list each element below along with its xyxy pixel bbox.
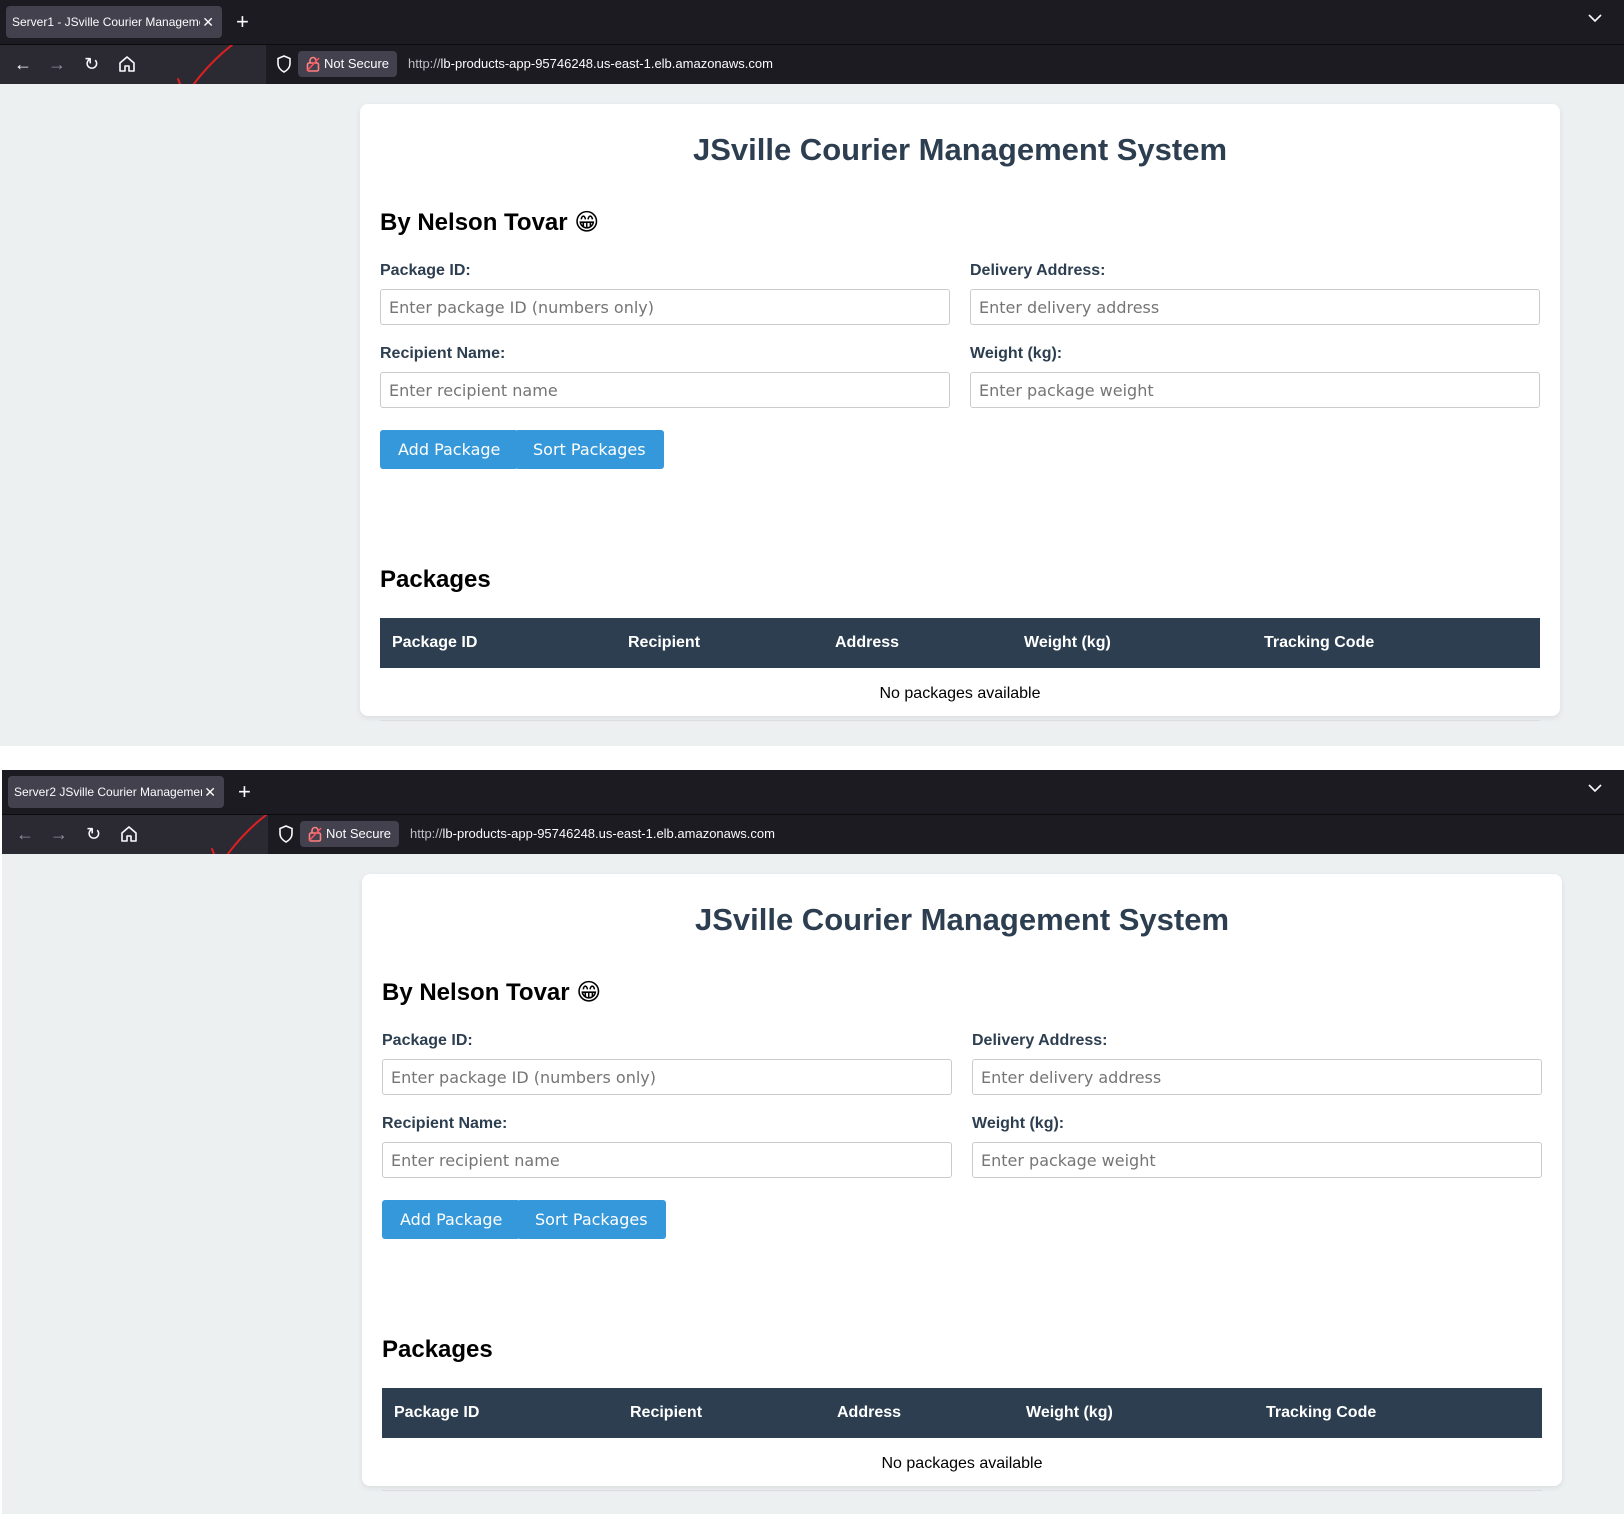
column-header-address: Address xyxy=(823,618,1012,668)
sort-packages-button[interactable]: Sort Packages xyxy=(517,1200,666,1239)
weight-label: Weight (kg): xyxy=(972,1115,1065,1132)
new-tab-icon[interactable]: + xyxy=(238,778,251,806)
shield-icon[interactable] xyxy=(278,825,294,843)
empty-table-message: No packages available xyxy=(382,1438,1542,1491)
column-header-package-id: Package ID xyxy=(380,618,616,668)
column-header-package-id: Package ID xyxy=(382,1388,618,1438)
column-header-weight: Weight (kg) xyxy=(1012,618,1252,668)
delivery-address-input[interactable] xyxy=(972,1059,1542,1095)
security-indicator[interactable]: Not Secure xyxy=(298,51,398,77)
delivery-address-label: Delivery Address: xyxy=(972,1032,1108,1049)
forward-icon[interactable]: → xyxy=(48,53,66,75)
back-icon[interactable]: ← xyxy=(14,53,32,75)
packages-heading: Packages xyxy=(380,566,491,593)
address-bar[interactable]: Not Secure http://lb-products-app-957462… xyxy=(268,815,1624,855)
lock-icon xyxy=(306,56,320,72)
tab-list-chevron-icon[interactable] xyxy=(1588,780,1602,798)
new-tab-icon[interactable]: + xyxy=(236,8,249,36)
packages-table: Package ID Recipient Address Weight (kg)… xyxy=(380,618,1540,721)
url-text[interactable]: http://lb-products-app-95746248.us-east-… xyxy=(410,826,775,841)
package-id-input[interactable] xyxy=(380,289,950,325)
security-label: Not Secure xyxy=(324,56,390,71)
app-title: JSville Courier Management System xyxy=(694,902,1230,937)
delivery-address-label: Delivery Address: xyxy=(970,262,1106,279)
browser-window-server1: Server1 - JSville Courier Manageme ✕ + ←… xyxy=(0,0,1624,746)
tab-title: Server1 - JSville Courier Manageme xyxy=(12,15,200,29)
author-byline: By Nelson Tovar 😁 xyxy=(382,979,602,1006)
tab-close-icon[interactable]: ✕ xyxy=(202,6,214,38)
lock-icon xyxy=(308,826,322,842)
url-text[interactable]: http://lb-products-app-95746248.us-east-… xyxy=(408,56,773,71)
url-protocol: http:// xyxy=(408,56,441,71)
back-icon[interactable]: ← xyxy=(16,823,34,845)
recipient-name-input[interactable] xyxy=(382,1142,952,1178)
weight-label: Weight (kg): xyxy=(970,345,1063,362)
browser-tab[interactable]: Server1 - JSville Courier Manageme ✕ xyxy=(6,6,222,38)
recipient-name-input[interactable] xyxy=(380,372,950,408)
recipient-name-label: Recipient Name: xyxy=(382,1115,508,1132)
table-header-row: Package ID Recipient Address Weight (kg)… xyxy=(380,618,1540,668)
reload-icon[interactable]: ↻ xyxy=(86,823,101,845)
shield-icon[interactable] xyxy=(276,55,292,73)
reload-icon[interactable]: ↻ xyxy=(84,53,99,75)
table-row: No packages available xyxy=(380,668,1540,721)
address-bar[interactable]: Not Secure http://lb-products-app-957462… xyxy=(266,45,1624,85)
tab-close-icon[interactable]: ✕ xyxy=(204,776,216,808)
url-host: lb-products-app-95746248.us-east-1.elb.a… xyxy=(442,826,775,841)
url-host: lb-products-app-95746248.us-east-1.elb.a… xyxy=(440,56,773,71)
column-header-address: Address xyxy=(825,1388,1014,1438)
column-header-recipient: Recipient xyxy=(616,618,823,668)
table-header-row: Package ID Recipient Address Weight (kg)… xyxy=(382,1388,1542,1438)
navigation-toolbar: ← → ↻ Not Secure http://lb-products-app-… xyxy=(2,814,1624,875)
table-row: No packages available xyxy=(382,1438,1542,1491)
page-content: JSville Courier Management System By Nel… xyxy=(0,84,1624,746)
empty-table-message: No packages available xyxy=(380,668,1540,721)
url-protocol: http:// xyxy=(410,826,443,841)
forward-icon[interactable]: → xyxy=(50,823,68,845)
tab-title: Server2 JSville Courier Management xyxy=(14,785,202,799)
package-id-label: Package ID: xyxy=(380,262,471,279)
home-icon[interactable] xyxy=(118,55,136,78)
column-header-recipient: Recipient xyxy=(618,1388,825,1438)
packages-heading: Packages xyxy=(382,1336,493,1363)
app-title: JSville Courier Management System xyxy=(692,132,1228,167)
add-package-button[interactable]: Add Package xyxy=(382,1200,521,1239)
browser-window-server2: Server2 JSville Courier Management ✕ + ←… xyxy=(2,770,1624,1514)
weight-input[interactable] xyxy=(972,1142,1542,1178)
app-container: JSville Courier Management System By Nel… xyxy=(362,874,1562,1491)
recipient-name-label: Recipient Name: xyxy=(380,345,506,362)
delivery-address-input[interactable] xyxy=(970,289,1540,325)
home-icon[interactable] xyxy=(120,825,138,848)
security-label: Not Secure xyxy=(326,826,392,841)
column-header-tracking-code: Tracking Code xyxy=(1254,1388,1542,1438)
package-id-input[interactable] xyxy=(382,1059,952,1095)
navigation-toolbar: ← → ↻ Not Secure http://lb-products-app-… xyxy=(0,44,1624,105)
column-header-tracking-code: Tracking Code xyxy=(1252,618,1540,668)
security-indicator[interactable]: Not Secure xyxy=(300,821,400,847)
column-header-weight: Weight (kg) xyxy=(1014,1388,1254,1438)
page-content: JSville Courier Management System By Nel… xyxy=(2,854,1624,1514)
author-byline: By Nelson Tovar 😁 xyxy=(380,209,600,236)
package-id-label: Package ID: xyxy=(382,1032,473,1049)
add-package-button[interactable]: Add Package xyxy=(380,430,519,469)
sort-packages-button[interactable]: Sort Packages xyxy=(515,430,664,469)
packages-table: Package ID Recipient Address Weight (kg)… xyxy=(382,1388,1542,1491)
tab-list-chevron-icon[interactable] xyxy=(1588,10,1602,28)
tab-bar: Server1 - JSville Courier Manageme ✕ + xyxy=(0,0,1624,44)
tab-bar: Server2 JSville Courier Management ✕ + xyxy=(2,770,1624,814)
app-container: JSville Courier Management System By Nel… xyxy=(360,104,1560,721)
browser-tab[interactable]: Server2 JSville Courier Management ✕ xyxy=(8,776,224,808)
weight-input[interactable] xyxy=(970,372,1540,408)
